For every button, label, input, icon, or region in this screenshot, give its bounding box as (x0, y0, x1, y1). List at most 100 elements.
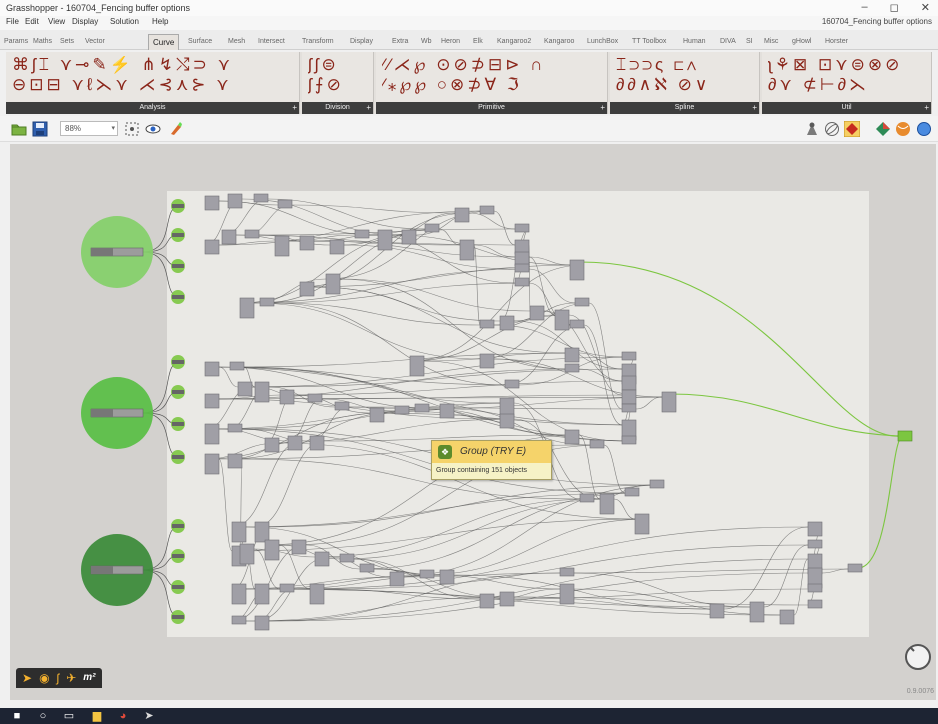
grasshopper-canvas[interactable]: ❖ Group (TRY E) Group containing 151 obj… (10, 144, 936, 700)
paint-icon[interactable] (168, 121, 184, 137)
tab-diva[interactable]: DIVA (720, 38, 736, 45)
tab-intersect[interactable]: Intersect (258, 38, 285, 45)
grasshopper-icon[interactable]: ➤ (22, 670, 32, 686)
file-explorer-icon[interactable]: ▆ (90, 710, 104, 722)
tab-transform[interactable]: Transform (302, 38, 334, 45)
zoom-level: 88% (65, 124, 82, 133)
wireframe-icon[interactable] (824, 121, 840, 137)
component (227, 193, 243, 209)
util-component-icons-row-2[interactable]: ∂⋎ ⊄⊢∂⋋ (768, 76, 925, 94)
chrome-icon[interactable]: ◕ (116, 710, 130, 722)
selected-preview-icon[interactable] (844, 121, 860, 137)
primitive-component-icons-row-1[interactable]: ⁄⁄⋌℘ ⊙⊘⊅⊟⊳ ∩ (382, 56, 601, 74)
menu-help[interactable]: Help (152, 17, 168, 26)
tab-kangaroo2[interactable]: Kangaroo2 (497, 38, 531, 45)
expand-icon[interactable]: + (600, 102, 605, 114)
area-unit-label[interactable]: m² (83, 670, 95, 686)
tab-heron[interactable]: Heron (441, 38, 460, 45)
util-component-icons-row-1[interactable]: ʅ⚘⊠ ⊡⋎⊜⊗⊘ (768, 56, 925, 74)
tab-vector[interactable]: Vector (85, 38, 105, 45)
display-mode-icon[interactable] (916, 121, 932, 137)
tab-horster[interactable]: Horster (825, 38, 848, 45)
param-node-body (172, 390, 184, 394)
tab-misc[interactable]: Misc (764, 38, 778, 45)
menu-display[interactable]: Display (72, 17, 98, 26)
component (564, 363, 580, 373)
tab-extra[interactable]: Extra (392, 38, 408, 45)
shaded-icon[interactable] (804, 121, 820, 137)
sphere-icon[interactable] (895, 121, 911, 137)
task-view-icon[interactable]: ▭ (62, 710, 76, 722)
expand-icon[interactable]: + (366, 102, 371, 114)
open-file-icon[interactable] (11, 121, 27, 137)
primitive-component-icons-row-2[interactable]: ⁄⁎℘℘ ○⊗⊅∀ ℑ (382, 76, 601, 94)
tab-sets[interactable]: Sets (60, 38, 74, 45)
tab-display[interactable]: Display (350, 38, 373, 45)
spline-component-icons-row-2[interactable]: ∂∂∧ℵ ⊘∨ (616, 76, 753, 94)
tooltip-header: ❖ Group (TRY E) (432, 441, 551, 463)
component (231, 583, 247, 605)
document-name: 160704_Fencing buffer options (821, 17, 932, 26)
component (439, 403, 455, 419)
menu-edit[interactable]: Edit (25, 17, 39, 26)
component (231, 615, 247, 625)
windows-start-icon[interactable]: ■ (10, 710, 24, 722)
tab-surface[interactable]: Surface (188, 38, 212, 45)
wire (635, 396, 663, 410)
save-file-icon[interactable] (32, 121, 48, 137)
tab-tt-toolbox[interactable]: TT Toolbox (632, 38, 666, 45)
sketch-icon[interactable] (124, 121, 140, 137)
param-node-body (172, 554, 184, 558)
preview-icon[interactable] (145, 121, 161, 137)
component (237, 381, 253, 397)
menu-solution[interactable]: Solution (110, 17, 139, 26)
tab-si[interactable]: SI (746, 38, 753, 45)
component (634, 513, 650, 535)
division-component-icons-row-2[interactable]: ʃ⨍⊘ (308, 76, 367, 94)
minimize-button[interactable]: – (862, 1, 868, 14)
mushroom-icon[interactable]: ◉ (39, 670, 49, 686)
zoom-select[interactable]: 88% ▾ (60, 121, 118, 136)
spline-component-icons-row-1[interactable]: ⌶⊃⊃ς ⊏∧ (616, 56, 753, 74)
close-button[interactable]: ✕ (921, 1, 930, 14)
expand-icon[interactable]: + (924, 102, 929, 114)
analysis-component-icons-row-1[interactable]: ⌘ʃ⌶ ⋎⊸✎⚡ ⋔↯⤭⊃ ⋎ (12, 56, 293, 74)
bird-icon[interactable]: ✈ (66, 670, 76, 686)
tab-wb[interactable]: Wb (421, 38, 432, 45)
maximize-button[interactable]: ◻ (890, 1, 899, 14)
menu-view[interactable]: View (48, 17, 65, 26)
tab-elk[interactable]: Elk (473, 38, 483, 45)
tab-ghowl[interactable]: gHowl (792, 38, 811, 45)
expand-icon[interactable]: + (292, 102, 297, 114)
tab-curve[interactable]: Curve (148, 34, 180, 50)
tab-kangaroo[interactable]: Kangaroo (544, 38, 574, 45)
tab-params[interactable]: Params (4, 38, 28, 45)
pencil-icon[interactable]: ʃ (57, 670, 60, 686)
component (621, 375, 637, 391)
tab-mesh[interactable]: Mesh (228, 38, 245, 45)
analysis-component-icons-row-2[interactable]: ⊖⊡⊟ ⋎ℓ⋋⋎ ⋌⊰⋏⊱ ⋎ (12, 76, 293, 94)
wire (339, 498, 615, 560)
component-network[interactable] (10, 144, 936, 700)
tab-lunchbox[interactable]: LunchBox (587, 38, 618, 45)
menu-file[interactable]: File (6, 17, 19, 26)
component (204, 453, 220, 475)
expand-icon[interactable]: + (752, 102, 757, 114)
param-node-body (172, 615, 184, 619)
tab-maths[interactable]: Maths (33, 38, 52, 45)
search-icon[interactable]: ○ (36, 710, 50, 722)
window-title: Grasshopper - 160704_Fencing buffer opti… (6, 3, 190, 13)
component (624, 487, 640, 497)
ribbon-group-analysis: ⌘ʃ⌶ ⋎⊸✎⚡ ⋔↯⤭⊃ ⋎ ⊖⊡⊟ ⋎ℓ⋋⋎ ⋌⊰⋏⊱ ⋎ Analysis… (6, 52, 300, 114)
windows-taskbar: ■ ○ ▭ ▆ ◕ ➤ (0, 708, 938, 724)
division-component-icons-row-1[interactable]: ʃʃ⊜ (308, 56, 367, 74)
navigation-orb-icon[interactable] (903, 642, 933, 672)
mesh-icon[interactable] (875, 121, 891, 137)
output-wire (857, 435, 903, 569)
wire (578, 368, 623, 382)
tab-human[interactable]: Human (683, 38, 706, 45)
component (589, 439, 605, 449)
wire (293, 394, 371, 414)
grasshopper-taskbar-icon[interactable]: ➤ (142, 710, 156, 722)
component (299, 281, 315, 297)
